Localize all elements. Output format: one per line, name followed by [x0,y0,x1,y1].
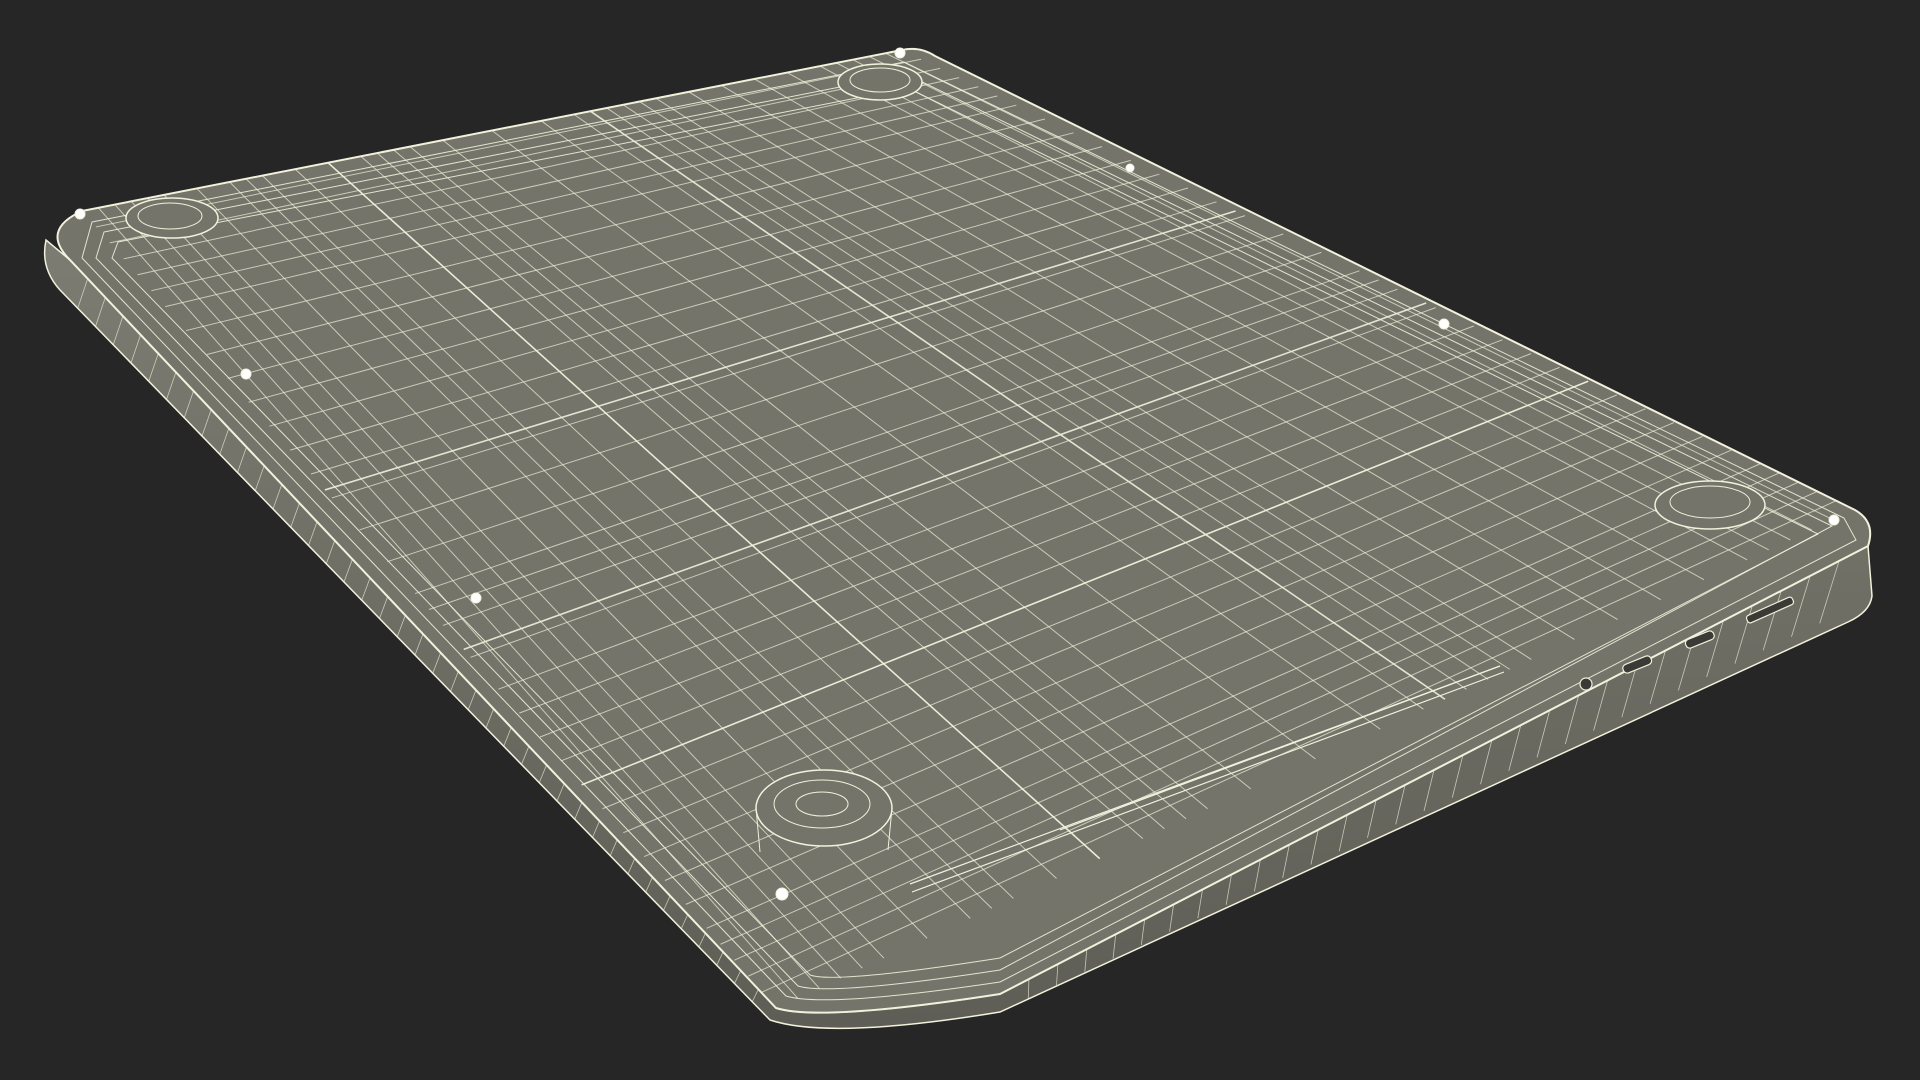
screw [470,592,482,604]
case-bottom-panel [56,47,1872,1014]
headphone-jack [1579,677,1593,691]
screw [894,47,906,59]
screw [775,887,789,901]
wireframe-render [43,47,1873,1030]
screw [1125,163,1135,173]
screw [1828,514,1840,526]
screw [240,368,252,380]
rubber-foot-top [837,63,923,101]
screw [1438,318,1450,330]
render-viewport [0,0,1920,1080]
screw [74,208,86,220]
rubber-foot-left [125,197,219,239]
rubber-foot-right [1654,480,1766,530]
